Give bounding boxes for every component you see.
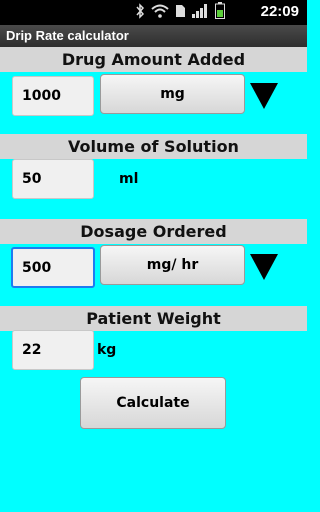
status-bar: 22:09 [0, 0, 307, 25]
dosage-dropdown-arrow-icon[interactable] [250, 254, 278, 280]
dosage-header: Dosage Ordered [0, 219, 307, 244]
volume-input[interactable]: 50 [12, 159, 94, 199]
drug-amount-unit-dropdown[interactable]: mg [100, 74, 245, 114]
status-time: 22:09 [260, 3, 299, 20]
calculate-button[interactable]: Calculate [80, 377, 226, 429]
drug-amount-input[interactable]: 1000 [12, 76, 94, 116]
sd-card-icon [175, 3, 186, 22]
bluetooth-icon [135, 2, 145, 23]
battery-icon [215, 2, 225, 23]
weight-header: Patient Weight [0, 306, 307, 331]
app-title-bar: Drip Rate calculator [0, 25, 307, 48]
weight-unit-label: kg [97, 342, 117, 358]
wifi-icon [151, 3, 169, 22]
app-title: Drip Rate calculator [6, 28, 129, 43]
volume-header: Volume of Solution [0, 134, 307, 159]
dosage-input[interactable]: 500 [11, 247, 95, 288]
volume-unit-label: ml [119, 171, 139, 187]
drug-amount-dropdown-arrow-icon[interactable] [250, 83, 278, 109]
dosage-unit-dropdown[interactable]: mg/ hr [100, 245, 245, 285]
signal-icon [192, 3, 209, 22]
drug-amount-header: Drug Amount Added [0, 47, 307, 72]
status-icons [135, 2, 225, 23]
weight-input[interactable]: 22 [12, 330, 94, 370]
